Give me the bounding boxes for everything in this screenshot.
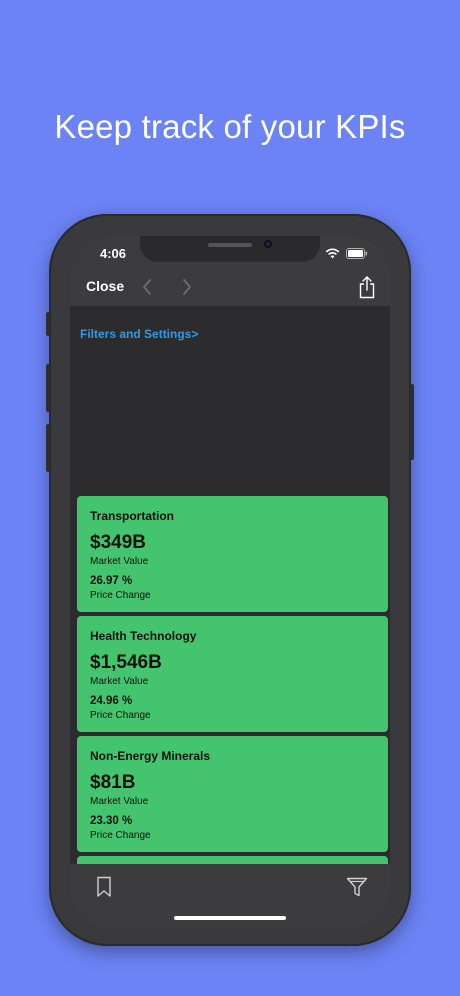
share-icon[interactable]: [358, 275, 376, 299]
content-area: Filters and Settings> Transportation $34…: [70, 306, 390, 868]
chevron-right-icon[interactable]: [180, 277, 194, 297]
battery-icon: [346, 248, 368, 259]
card-change: 24.96 %: [90, 695, 133, 707]
card-value-label: Market Value: [90, 676, 149, 687]
volume-down-button: [46, 424, 50, 472]
card-change-label: Price Change: [90, 830, 151, 841]
power-button: [410, 384, 414, 460]
kpi-card[interactable]: Transportation $349B Market Value 26.97 …: [77, 496, 388, 612]
volume-up-button: [46, 364, 50, 412]
card-value-label: Market Value: [90, 796, 149, 807]
bottom-toolbar: [70, 864, 390, 928]
card-title: Transportation: [90, 509, 175, 523]
camera: [264, 240, 272, 248]
status-icons: [325, 248, 368, 259]
navigation-bar: Close: [70, 270, 390, 307]
card-change: 26.97 %: [90, 575, 133, 587]
card-value: $81B: [90, 772, 136, 793]
card-value: $349B: [90, 532, 146, 553]
bookmark-icon[interactable]: [96, 876, 112, 898]
kpi-card-list: Transportation $349B Market Value 26.97 …: [77, 496, 388, 868]
filters-and-settings-link[interactable]: Filters and Settings>: [80, 327, 198, 341]
card-change-label: Price Change: [90, 590, 151, 601]
chevron-left-icon[interactable]: [140, 277, 154, 297]
card-title: Non-Energy Minerals: [90, 749, 211, 763]
speaker: [208, 243, 252, 247]
card-title: Health Technology: [90, 629, 197, 643]
filter-icon[interactable]: [346, 876, 368, 898]
status-time: 4:06: [100, 246, 127, 261]
close-button[interactable]: Close: [86, 278, 124, 294]
app-screen: 4:06 Close Filters and Settings> Transpo…: [70, 236, 390, 928]
wifi-icon: [325, 248, 340, 259]
mute-switch: [46, 312, 50, 336]
card-value: $1,546B: [90, 652, 162, 673]
card-change: 23.30 %: [90, 815, 133, 827]
card-value-label: Market Value: [90, 556, 149, 567]
kpi-card[interactable]: Non-Energy Minerals $81B Market Value 23…: [77, 736, 388, 852]
card-change-label: Price Change: [90, 710, 151, 721]
promo-headline: Keep track of your KPIs: [54, 108, 406, 145]
notch: [140, 236, 320, 262]
kpi-card[interactable]: Health Technology $1,546B Market Value 2…: [77, 616, 388, 732]
home-indicator[interactable]: [174, 916, 286, 920]
